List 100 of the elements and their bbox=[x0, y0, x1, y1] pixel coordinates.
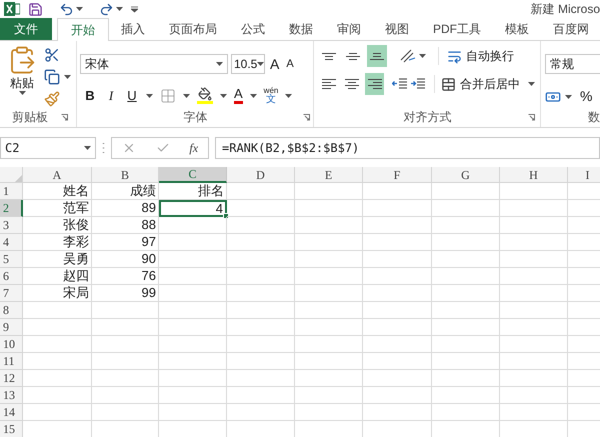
row-header[interactable]: 8 bbox=[0, 302, 23, 319]
italic-button[interactable]: I bbox=[104, 86, 118, 106]
table-cell bbox=[227, 285, 295, 302]
row-header[interactable]: 1 bbox=[0, 183, 23, 200]
insert-function-button[interactable]: fx bbox=[189, 139, 198, 157]
fill-color-icon[interactable] bbox=[197, 87, 213, 104]
table-cell bbox=[23, 404, 92, 421]
column-header[interactable]: B bbox=[92, 167, 159, 183]
table-cell bbox=[295, 302, 363, 319]
customize-toolbar-icon[interactable] bbox=[131, 6, 138, 12]
phonetic-button[interactable]: wén 文 bbox=[264, 86, 278, 105]
table-cell bbox=[159, 336, 227, 353]
table-cell bbox=[500, 353, 568, 370]
table-cell bbox=[159, 370, 227, 387]
row-header[interactable]: 14 bbox=[0, 404, 23, 421]
row-header[interactable]: 4 bbox=[0, 234, 23, 251]
shrink-font-button[interactable]: A bbox=[284, 58, 296, 70]
column-header[interactable]: G bbox=[432, 167, 500, 183]
ribbon-tab[interactable]: 数据 bbox=[277, 18, 325, 40]
merge-cells-icon bbox=[441, 76, 456, 92]
file-tab[interactable]: 文件 bbox=[0, 18, 52, 40]
table-cell bbox=[432, 387, 500, 404]
column-header[interactable]: E bbox=[295, 167, 363, 183]
table-cell bbox=[295, 251, 363, 268]
row-header[interactable]: 11 bbox=[0, 353, 23, 370]
ribbon-tab[interactable]: 百度网 bbox=[541, 18, 600, 40]
merge-center-button[interactable]: 合并后居中 bbox=[434, 75, 535, 93]
paste-button[interactable]: 粘贴 bbox=[4, 45, 40, 107]
table-cell: 76 bbox=[92, 268, 159, 285]
table-cell bbox=[363, 234, 432, 251]
row-header[interactable]: 15 bbox=[0, 421, 23, 437]
row-header[interactable]: 2 bbox=[0, 200, 23, 217]
ribbon-tab[interactable]: 模板 bbox=[493, 18, 541, 40]
ribbon-tab[interactable]: 插入 bbox=[109, 18, 157, 40]
table-cell: 宋局 bbox=[23, 285, 92, 302]
table-cell bbox=[500, 200, 568, 217]
table-cell bbox=[500, 268, 568, 285]
paintbrush-icon[interactable] bbox=[44, 91, 60, 107]
column-header[interactable]: I bbox=[568, 167, 600, 183]
row-header[interactable]: 6 bbox=[0, 268, 23, 285]
table-cell bbox=[92, 387, 159, 404]
table-cell bbox=[432, 302, 500, 319]
column-header[interactable]: A bbox=[23, 167, 92, 183]
wrap-text-button[interactable]: 自动换行 bbox=[438, 47, 514, 65]
underline-button[interactable]: U bbox=[125, 86, 139, 106]
ribbon-tab[interactable]: 开始 bbox=[57, 18, 109, 41]
table-cell: 99 bbox=[92, 285, 159, 302]
table-cell bbox=[500, 302, 568, 319]
bold-button[interactable]: B bbox=[83, 86, 97, 106]
vertical-align-button[interactable] bbox=[367, 45, 387, 67]
number-format-dropdown[interactable]: 常规 bbox=[545, 54, 600, 74]
row-header[interactable]: 5 bbox=[0, 251, 23, 268]
orientation-icon[interactable] bbox=[399, 48, 417, 64]
table-cell bbox=[227, 217, 295, 234]
copy-icon[interactable] bbox=[44, 69, 60, 85]
ribbon-tab[interactable]: 页面布局 bbox=[157, 18, 229, 40]
borders-icon[interactable] bbox=[160, 88, 176, 104]
save-icon[interactable] bbox=[28, 2, 43, 16]
table-cell bbox=[295, 353, 363, 370]
ribbon-tab[interactable]: PDF工具 bbox=[421, 18, 493, 40]
grow-font-button[interactable]: A bbox=[268, 57, 282, 71]
table-cell bbox=[500, 251, 568, 268]
dialog-launcher-icon[interactable] bbox=[303, 114, 310, 120]
ribbon-tab[interactable]: 审阅 bbox=[325, 18, 373, 40]
column-header[interactable]: D bbox=[227, 167, 295, 183]
table-cell: 89 bbox=[92, 200, 159, 217]
row-header[interactable]: 12 bbox=[0, 370, 23, 387]
scissors-icon[interactable] bbox=[44, 47, 60, 63]
caret-icon bbox=[116, 7, 123, 11]
row-header[interactable]: 3 bbox=[0, 217, 23, 234]
table-cell bbox=[295, 387, 363, 404]
font-color-button[interactable]: A bbox=[234, 87, 243, 104]
row-header[interactable]: 10 bbox=[0, 336, 23, 353]
caret-icon bbox=[76, 7, 83, 11]
table-cell bbox=[227, 353, 295, 370]
table-cell bbox=[227, 268, 295, 285]
caret-icon bbox=[220, 94, 227, 98]
name-box[interactable]: C2 bbox=[0, 137, 96, 159]
column-header[interactable]: F bbox=[363, 167, 432, 183]
percent-button[interactable]: % bbox=[580, 86, 592, 107]
horizontal-align-button[interactable] bbox=[365, 73, 384, 95]
formula-field[interactable]: =RANK(B2,$B$2:$B$7) bbox=[215, 137, 600, 159]
caret-icon bbox=[285, 94, 292, 98]
redo-icon[interactable] bbox=[99, 2, 114, 16]
dialog-launcher-icon[interactable] bbox=[528, 114, 535, 120]
caret-icon bbox=[64, 75, 71, 79]
column-header[interactable]: C bbox=[159, 167, 227, 183]
font-size-dropdown[interactable]: 10.5 bbox=[231, 54, 265, 74]
row-header[interactable]: 13 bbox=[0, 387, 23, 404]
row-header[interactable]: 9 bbox=[0, 319, 23, 336]
ribbon-tab[interactable]: 公式 bbox=[229, 18, 277, 40]
table-cell: 排名 bbox=[159, 183, 227, 200]
dialog-launcher-icon[interactable] bbox=[61, 114, 68, 120]
table-cell: 4 bbox=[159, 200, 227, 217]
ribbon-tab[interactable]: 视图 bbox=[373, 18, 421, 40]
column-header[interactable]: H bbox=[500, 167, 568, 183]
font-name-dropdown[interactable]: 宋体 bbox=[80, 54, 228, 74]
row-header[interactable]: 7 bbox=[0, 285, 23, 302]
undo-icon[interactable] bbox=[59, 2, 74, 16]
align-right-icon bbox=[368, 79, 382, 89]
